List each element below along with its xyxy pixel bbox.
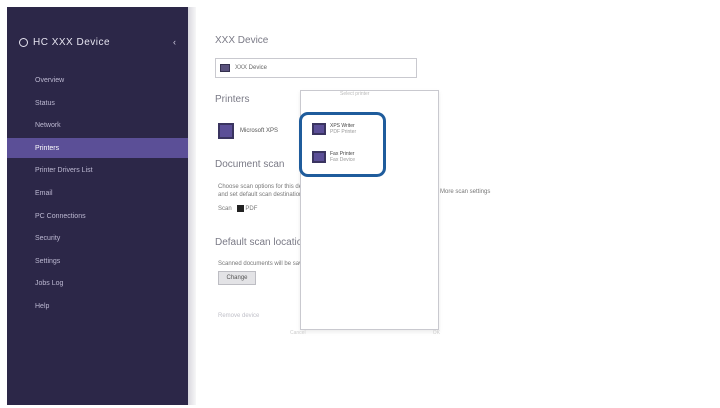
- sidebar-item-pc-connections[interactable]: PC Connections: [7, 206, 188, 226]
- remove-device-link[interactable]: Remove device: [218, 313, 259, 319]
- more-scan-settings-link[interactable]: More scan settings: [440, 189, 490, 195]
- sidebar-item-printers[interactable]: Printers: [7, 138, 188, 158]
- change-location-button[interactable]: Change: [218, 271, 256, 285]
- sidebar-item-label: Overview: [35, 76, 65, 84]
- scan-option-label: Scan: [218, 206, 232, 213]
- sidebar-item-jobs-log[interactable]: Jobs Log: [7, 273, 188, 293]
- sidebar-item-printer-drivers[interactable]: Printer Drivers List: [7, 160, 188, 180]
- sidebar-item-label: Settings: [35, 257, 61, 265]
- sidebar: HC XXX Device ‹ Overview Status Network …: [7, 7, 188, 405]
- device-option-xps[interactable]: XPS Writer PDF Printer: [312, 123, 356, 135]
- gear-icon: [19, 38, 28, 47]
- app-title: HC XXX Device: [19, 37, 110, 48]
- sidebar-item-email[interactable]: Email: [7, 183, 188, 203]
- scan-text-line-2: and set default scan destination: [218, 192, 303, 198]
- sidebar-item-security[interactable]: Security: [7, 228, 188, 248]
- scan-format-value: PDF: [245, 206, 258, 213]
- printer-list-item[interactable]: Microsoft XPS: [218, 123, 278, 139]
- sidebar-item-label: Network: [35, 121, 61, 129]
- section-title-device: XXX Device: [215, 35, 269, 46]
- printer-icon: [312, 123, 326, 135]
- sidebar-item-help[interactable]: Help: [7, 296, 188, 316]
- sidebar-item-label: Help: [35, 302, 50, 310]
- highlighted-device-list: [299, 112, 386, 177]
- printer-icon: [312, 151, 326, 163]
- scan-description: Choose scan options for this device and …: [218, 183, 313, 199]
- sidebar-divider: [188, 7, 196, 405]
- popup-footer: Cancel OK: [290, 330, 440, 336]
- device-name-value: XXX Device: [235, 65, 268, 71]
- section-title-scan: Document scan: [215, 159, 285, 170]
- device-subtitle: PDF Printer: [330, 129, 357, 135]
- sidebar-item-label: Email: [35, 189, 53, 197]
- sidebar-item-label: Status: [35, 99, 55, 107]
- collapse-sidebar-icon[interactable]: ‹: [173, 37, 176, 47]
- main-content: XXX Device XXX Device Printers Microsoft…: [196, 7, 713, 405]
- device-option-fax[interactable]: Fax Printer Fax Device: [312, 151, 355, 163]
- printer-icon: [218, 123, 234, 139]
- sidebar-item-label: Printer Drivers List: [35, 166, 93, 174]
- sidebar-item-network[interactable]: Network: [7, 115, 188, 135]
- sidebar-item-label: Jobs Log: [35, 279, 64, 287]
- section-title-printers: Printers: [215, 94, 250, 105]
- app-title-label: HC XXX Device: [33, 37, 111, 48]
- sidebar-item-label: PC Connections: [35, 212, 86, 220]
- sidebar-item-label: Printers: [35, 144, 60, 152]
- section-title-default-location: Default scan location: [215, 237, 308, 248]
- printer-icon: [220, 64, 230, 72]
- device-subtitle: Fax Device: [330, 157, 356, 163]
- popup-cancel[interactable]: Cancel: [290, 330, 306, 336]
- scan-text-line-1: Choose scan options for this device: [218, 184, 313, 190]
- sidebar-item-label: Security: [35, 234, 61, 242]
- popup-header: Select printer: [340, 91, 370, 97]
- scan-option-row: Scan PDF: [218, 205, 257, 213]
- printer-name: Microsoft XPS: [240, 128, 279, 134]
- device-name-input[interactable]: XXX Device: [215, 58, 417, 78]
- sidebar-item-overview[interactable]: Overview: [7, 70, 188, 90]
- popup-ok[interactable]: OK: [433, 330, 440, 336]
- sidebar-item-settings[interactable]: Settings: [7, 251, 188, 271]
- sidebar-item-status[interactable]: Status: [7, 93, 188, 113]
- scan-checkbox[interactable]: [236, 205, 244, 212]
